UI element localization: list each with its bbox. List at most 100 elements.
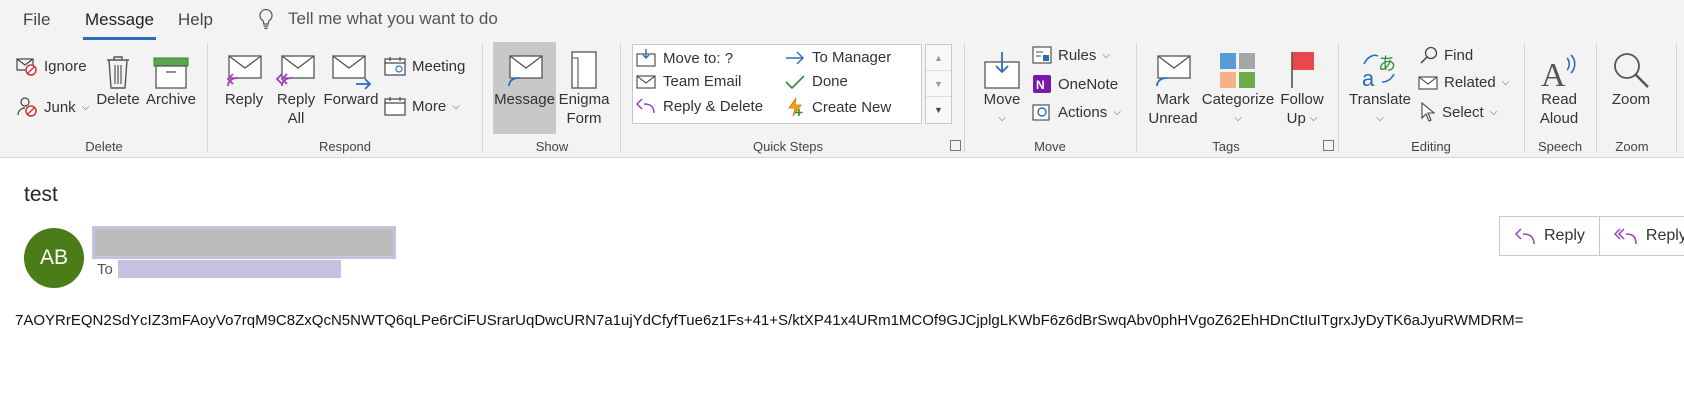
move-to-label: Move to: ? [663, 49, 734, 67]
group-divider [1338, 44, 1339, 152]
translate-button[interactable]: a あ Translate ⌵ [1348, 44, 1412, 128]
related-icon [1418, 75, 1438, 90]
message-subject: test [24, 183, 58, 206]
envelope-icon [636, 74, 656, 89]
onenote-button[interactable]: N OneNote [1032, 74, 1118, 94]
delete-button[interactable]: Delete [96, 44, 140, 109]
reply-inline-label: Reply [1544, 227, 1585, 244]
quick-step-create-new[interactable]: Create New [785, 97, 891, 117]
zoom-button[interactable]: Zoom [1606, 44, 1656, 109]
ignore-label: Ignore [44, 57, 87, 75]
group-divider [620, 44, 621, 152]
meeting-label: Meeting [412, 57, 466, 75]
quick-steps-scroll[interactable]: ▲ ▼ ▼ [925, 44, 952, 124]
show-message-button[interactable]: Message [493, 42, 556, 134]
enigma-form-button[interactable]: Enigma Form [559, 44, 609, 128]
move-label: Move [983, 91, 1021, 108]
tab-help[interactable]: Help [178, 10, 213, 30]
show-message-label: Message [494, 91, 555, 108]
reply-actions: Reply Reply [1499, 216, 1684, 256]
menu-bar: File Message Help Tell me what you want … [0, 0, 1684, 40]
chevron-down-icon: ⌵ [1102, 49, 1110, 61]
avatar-initials: AB [39, 246, 68, 269]
sender-name-redacted[interactable] [92, 226, 396, 259]
reply-all-icon [1613, 228, 1637, 245]
reply-button-inline[interactable]: Reply [1500, 217, 1600, 255]
archive-button[interactable]: Archive [144, 44, 198, 109]
actions-icon [1032, 104, 1050, 121]
tell-me-search[interactable]: Tell me what you want to do [258, 8, 498, 30]
select-button[interactable]: Select ⌵ [1420, 102, 1497, 122]
actions-label: Actions [1058, 103, 1108, 121]
recipient-redacted[interactable] [118, 260, 341, 278]
tags-launcher-icon[interactable] [1323, 140, 1334, 151]
onenote-icon: N [1033, 75, 1051, 93]
expand-gallery-icon[interactable]: ▼ [926, 97, 951, 123]
read-aloud-button[interactable]: A Read Aloud [1534, 44, 1584, 128]
more-label: More [412, 97, 447, 115]
done-label: Done [812, 73, 848, 90]
chevron-down-icon: ⌵ [1309, 113, 1318, 124]
onenote-label: OneNote [1058, 75, 1119, 93]
find-label: Find [1444, 46, 1474, 64]
group-label-show: Show [535, 139, 569, 154]
chevron-down-icon: ⌵ [998, 113, 1006, 124]
reply-delete-label: Reply & Delete [663, 97, 764, 115]
group-divider [1596, 44, 1597, 152]
quick-step-reply-delete[interactable]: Reply & Delete [636, 97, 763, 115]
mark-unread-icon [1156, 55, 1191, 87]
more-respond-button[interactable]: More ⌵ [384, 96, 460, 116]
read-aloud-icon: A [1541, 54, 1576, 90]
group-divider [482, 44, 483, 152]
group-divider [1676, 44, 1677, 152]
categorize-button[interactable]: Categorize ⌵ [1202, 44, 1274, 128]
select-label: Select [1442, 103, 1484, 121]
scroll-up-icon[interactable]: ▲ [926, 45, 951, 71]
quick-step-to-manager[interactable]: To Manager [785, 49, 891, 66]
quick-step-team-email[interactable]: Team Email [636, 73, 741, 90]
related-label: Related [1444, 74, 1496, 91]
move-button[interactable]: Move ⌵ [980, 44, 1024, 128]
mark-unread-button[interactable]: Mark Unread [1146, 44, 1200, 128]
create-new-label: Create New [812, 98, 892, 116]
quick-step-done[interactable]: Done [785, 73, 848, 90]
svg-text:A: A [1541, 57, 1566, 90]
quick-step-move-to[interactable]: Move to: ? [636, 49, 733, 67]
reply-all-button[interactable]: Reply All [273, 44, 319, 128]
follow-up-button[interactable]: Follow Up ⌵ [1278, 44, 1326, 128]
tab-file[interactable]: File [23, 10, 50, 30]
ignore-button[interactable]: Ignore [16, 56, 87, 76]
to-manager-label: To Manager [812, 49, 892, 66]
find-button[interactable]: Find [1420, 46, 1473, 64]
forward-button[interactable]: Forward [322, 44, 380, 109]
group-label-zoom: Zoom [1615, 139, 1649, 154]
rules-label: Rules [1058, 46, 1097, 64]
group-label-move: Move [1034, 139, 1066, 154]
related-button[interactable]: Related ⌵ [1418, 74, 1509, 91]
tab-message[interactable]: Message [83, 10, 156, 40]
ribbon: Ignore Junk ⌵ Delete Archive Delete Repl… [0, 40, 1684, 158]
group-divider [207, 44, 208, 152]
actions-button[interactable]: Actions ⌵ [1032, 102, 1121, 122]
quick-steps-launcher-icon[interactable] [950, 140, 961, 151]
junk-button[interactable]: Junk ⌵ [16, 96, 89, 118]
move-folder-icon [984, 52, 1020, 89]
scroll-down-icon[interactable]: ▼ [926, 71, 951, 97]
read-aloud-label-2: Aloud [1539, 110, 1579, 127]
form-icon [571, 51, 597, 89]
reply-all-button-inline[interactable]: Reply [1600, 217, 1684, 255]
chevron-down-icon: ⌵ [452, 100, 460, 112]
chevron-down-icon: ⌵ [1113, 106, 1121, 118]
meeting-button[interactable]: Meeting [384, 56, 465, 76]
forward-icon [332, 55, 372, 90]
categorize-label: Categorize [1201, 91, 1275, 108]
archive-label: Archive [145, 91, 197, 108]
enigma-form-label-2: Form [566, 110, 602, 127]
group-divider [1524, 44, 1525, 152]
group-divider [1136, 44, 1137, 152]
reply-button[interactable]: Reply [222, 44, 266, 109]
cursor-icon [1421, 102, 1436, 122]
translate-icon: a あ [1362, 54, 1396, 90]
junk-icon [17, 97, 37, 117]
rules-button[interactable]: Rules ⌵ [1032, 46, 1110, 64]
